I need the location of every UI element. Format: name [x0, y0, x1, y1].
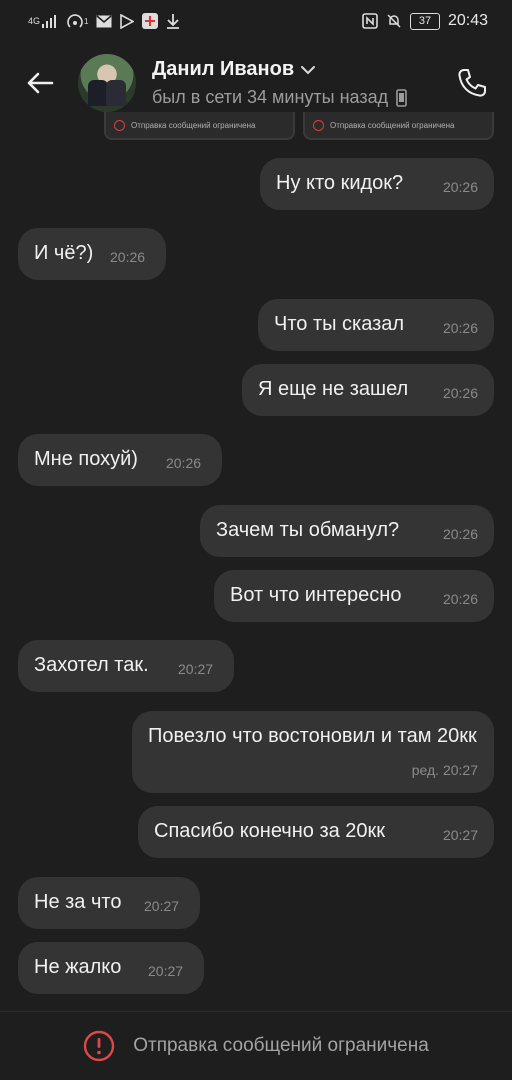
message-bubble-outgoing[interactable]: Ну кто кидок? 20:26 [260, 158, 494, 210]
app-notification-icon [142, 13, 159, 29]
message-time: 20:26 [110, 249, 146, 265]
message-bubble-incoming[interactable]: Не за что 20:27 [18, 877, 200, 929]
download-icon [166, 13, 180, 29]
message-text: Зачем ты обманул? [216, 519, 400, 541]
message-text: Спасибо конечно за 20кк [154, 820, 386, 842]
chat-screen: 4G 1 37 20:43 Данил Иванов был в сети 34… [0, 0, 512, 1080]
message-bubble-outgoing[interactable]: Зачем ты обманул? 20:26 [200, 505, 494, 557]
message-bubble-incoming[interactable]: Мне похуй) 20:26 [18, 434, 222, 486]
message-bubble-outgoing[interactable]: Вот что интересно 20:26 [214, 570, 494, 622]
network-type-label: 4G [28, 16, 41, 26]
phone-icon [458, 69, 486, 97]
battery-icon: 37 [409, 12, 440, 30]
previous-card-text: Отправка сообщений ограничена [330, 120, 455, 130]
message-time: 20:26 [442, 385, 478, 401]
message-text: Что ты сказал [274, 313, 405, 335]
message-text: Не жалко [34, 956, 122, 978]
message-time: ред. 20:27 [411, 762, 478, 778]
message-time: 20:27 [178, 661, 214, 677]
warning-icon [313, 119, 324, 131]
messaging-restricted-bar: Отправка сообщений ограничена [0, 1011, 512, 1080]
message-time: 20:27 [144, 898, 180, 914]
message-text: Повезло что востоновил и там 20кк [148, 725, 477, 747]
message-text: Я еще не зашел [258, 378, 409, 400]
message-bubble-outgoing[interactable]: Спасибо конечно за 20кк 20:27 [138, 806, 494, 858]
message-text: Захотел так. [34, 654, 149, 676]
chevron-down-icon[interactable] [300, 65, 316, 75]
status-bar-right: 37 20:43 [362, 12, 488, 30]
message-text: Мне похуй) [34, 448, 138, 470]
mail-icon [96, 14, 112, 28]
contact-info[interactable]: Данил Иванов был в сети 34 минуты назад [152, 58, 450, 108]
previous-message-cards: Отправка сообщений ограничена Отправка с… [104, 112, 494, 140]
warning-icon [84, 1030, 115, 1062]
message-bubble-outgoing[interactable]: Что ты сказал 20:26 [258, 299, 494, 351]
contact-name: Данил Иванов [152, 58, 295, 80]
message-time: 20:26 [442, 591, 478, 607]
message-time: 20:27 [148, 963, 184, 979]
last-seen-status: был в сети 34 минуты назад [152, 87, 389, 107]
status-bar: 4G 1 37 20:43 [0, 0, 512, 42]
message-time: 20:26 [442, 179, 478, 195]
message-bubble-incoming[interactable]: И чё?) 20:26 [18, 228, 166, 280]
message-time: 20:26 [442, 526, 478, 542]
back-arrow-icon [27, 72, 54, 94]
previous-card: Отправка сообщений ограничена [303, 112, 494, 140]
mute-bell-icon [386, 13, 402, 29]
cellular-signal-icon: 4G [28, 14, 58, 28]
message-bubble-outgoing[interactable]: Повезло что востоновил и там 20кк ред. 2… [132, 711, 494, 793]
status-bar-left: 4G 1 [28, 13, 180, 29]
back-button[interactable] [18, 61, 62, 105]
previous-card-text: Отправка сообщений ограничена [131, 120, 256, 130]
call-button[interactable] [450, 61, 494, 105]
message-time: 20:27 [442, 827, 478, 843]
hotspot-count: 1 [84, 16, 89, 26]
message-text: Вот что интересно [230, 584, 402, 606]
battery-level: 37 [418, 15, 432, 27]
previous-card: Отправка сообщений ограничена [104, 112, 295, 140]
message-text: Ну кто кидок? [276, 172, 404, 194]
contact-name-row: Данил Иванов [152, 58, 450, 81]
warning-icon [114, 119, 125, 131]
message-bubble-outgoing[interactable]: Я еще не зашел 20:26 [242, 364, 494, 416]
message-bubble-incoming[interactable]: Не жалко 20:27 [18, 942, 204, 994]
mobile-device-icon [396, 88, 407, 107]
status-time: 20:43 [447, 12, 488, 29]
message-bubble-incoming[interactable]: Захотел так. 20:27 [18, 640, 234, 692]
contact-status-row: был в сети 34 минуты назад [152, 87, 450, 108]
message-time: 20:26 [442, 320, 478, 336]
contact-avatar[interactable] [78, 54, 136, 112]
play-store-icon [120, 13, 135, 29]
hotspot-icon: 1 [66, 13, 88, 29]
message-text: И чё?) [34, 242, 94, 264]
chat-header: Данил Иванов был в сети 34 минуты назад [0, 48, 512, 118]
messaging-restricted-text: Отправка сообщений ограничена [133, 1035, 429, 1056]
message-text: Не за что [34, 891, 122, 913]
message-time: 20:26 [166, 455, 202, 471]
nfc-icon [362, 13, 378, 29]
